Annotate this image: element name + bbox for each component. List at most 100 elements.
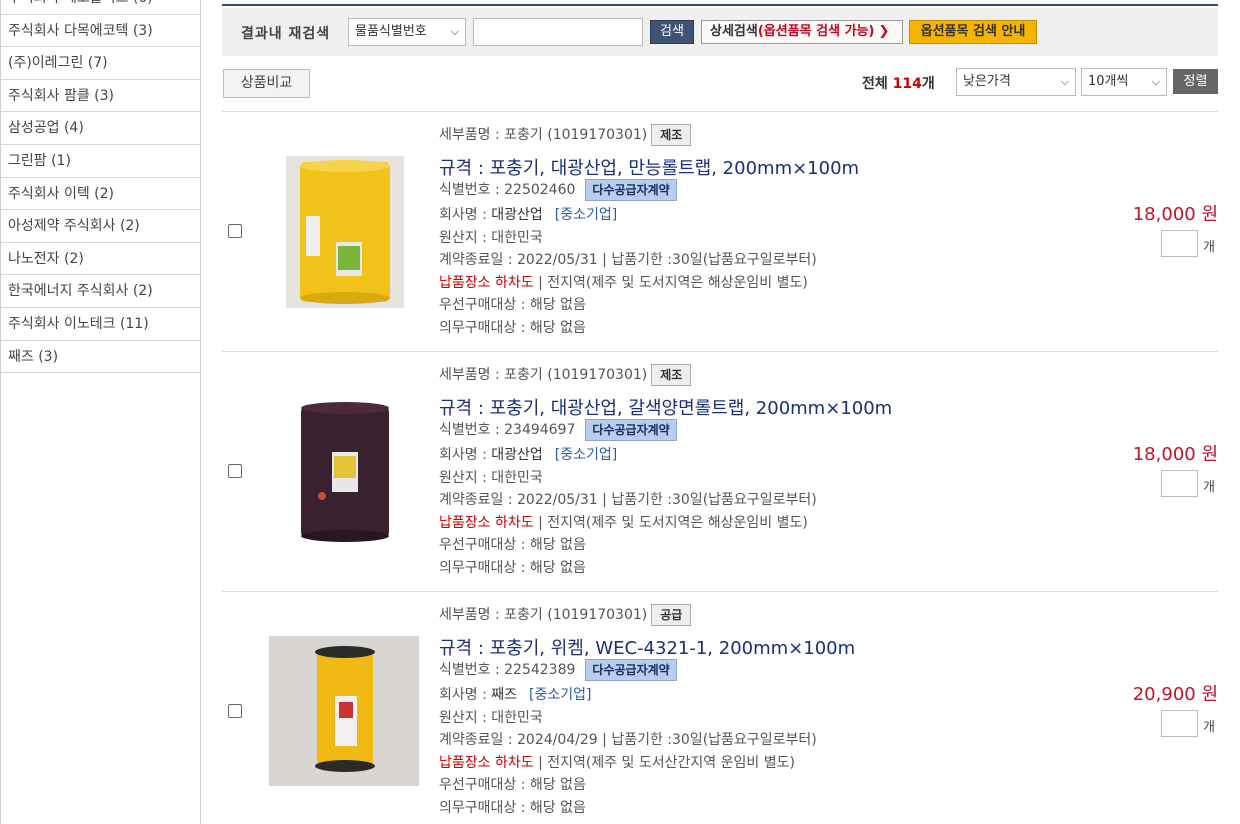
product-row: 세부품명 : 포충기 (1019170301) 공급규격 : 포충기, 위켐, W… — [222, 592, 1218, 824]
product-select-checkbox[interactable] — [228, 464, 242, 478]
detail-name: 세부품명 : 포충기 (1019170301) — [439, 607, 648, 623]
product-image[interactable] — [269, 636, 419, 790]
priority-purchase-line: 우선구매대상 : 해당 없음 — [439, 297, 586, 313]
sidebar-company-filter-item[interactable]: 아성제약 주식회사 (2) — [1, 210, 200, 243]
priority-purchase-line: 우선구매대상 : 해당 없음 — [439, 537, 586, 553]
contract-type-tag: 다수공급자계약 — [585, 419, 677, 441]
sort-order-value: 낮은가격 — [963, 74, 1011, 89]
id-number-value: 22502460 — [504, 182, 576, 198]
sidebar-company-filter-item[interactable]: 째즈 (3) — [1, 341, 200, 374]
id-number-label: 식별번호 : — [439, 182, 505, 198]
option-search-guide-button[interactable]: 옵션품목 검색 안내 — [909, 20, 1037, 44]
quantity-unit: 개 — [1203, 480, 1215, 495]
chevron-down-icon: ⌵ — [450, 25, 459, 38]
product-spec-link[interactable]: 규격 : 포충기, 대광산업, 만능롤트랩, 200mm×100m — [439, 154, 859, 180]
sort-order-select[interactable]: 낮은가격 ⌵ — [956, 68, 1076, 96]
contract-type-tag: 다수공급자계약 — [585, 659, 677, 681]
product-type-tag: 제조 — [651, 124, 692, 146]
sidebar-company-filter-item[interactable]: 주식회사 이텍 (2) — [1, 178, 200, 211]
id-number-value: 23494697 — [504, 422, 576, 438]
product-row: 세부품명 : 포충기 (1019170301) 제조규격 : 포충기, 대광산업,… — [222, 352, 1218, 590]
product-select-checkbox[interactable] — [228, 704, 242, 718]
origin-line: 원산지 : 대한민국 — [439, 230, 543, 246]
sidebar-company-filter-item[interactable]: 한국에너지 주식회사 (2) — [1, 275, 200, 308]
contract-line: 계약종료일 : 2022/05/31 | 납품기한 :30일(납품요구일로부터) — [439, 492, 817, 508]
detail-search-label: 상세검색 — [710, 24, 758, 39]
company-type: [중소기업] — [554, 447, 618, 463]
compare-products-button[interactable]: 상품비교 — [223, 69, 310, 98]
contract-type-tag: 다수공급자계약 — [585, 179, 677, 201]
company-name[interactable]: 대광산업 — [491, 207, 543, 223]
quantity-input[interactable] — [1161, 230, 1198, 257]
chevron-down-icon: ⌵ — [1151, 75, 1160, 88]
quantity-input[interactable] — [1161, 470, 1198, 497]
company-filter-list: 주식회사 에코플러스 (6)주식회사 다목에코텍 (3)(주)이레그린 (7)주… — [1, 0, 200, 374]
product-spec-link[interactable]: 규격 : 포충기, 대광산업, 갈색양면롤트랩, 200mm×100m — [439, 394, 892, 420]
sidebar-company-filter-item[interactable]: 주식회사 이노테크 (11) — [1, 308, 200, 341]
delivery-place-label: 납품장소 하차도 — [439, 755, 534, 771]
chevron-right-icon: ❯ — [878, 24, 890, 39]
contract-line: 계약종료일 : 2022/05/31 | 납품기한 :30일(납품요구일로부터) — [439, 252, 817, 268]
page-size-value: 10개씩 — [1088, 74, 1129, 89]
refine-search-label: 결과내 재검색 — [241, 26, 331, 42]
sort-button[interactable]: 정렬 — [1173, 69, 1218, 94]
detail-name-line: 세부품명 : 포충기 (1019170301) 제조 — [439, 124, 692, 146]
quantity-input[interactable] — [1161, 710, 1198, 737]
product-price: 20,900 원 — [1132, 684, 1218, 705]
delivery-line: 납품장소 하차도 | 전지역(제주 및 도서산간지역 운임비 별도) — [439, 752, 795, 772]
product-image[interactable] — [286, 396, 404, 552]
delivery-region: | 전지역(제주 및 도서지역은 해상운임비 별도) — [533, 515, 808, 531]
total-label: 전체 — [862, 76, 888, 92]
sidebar-company-filter-item[interactable]: 그린팜 (1) — [1, 145, 200, 178]
id-number-line: 식별번호 : 22502460 다수공급자계약 — [439, 179, 677, 201]
refine-search-bar: 결과내 재검색 물품식별번호 ⌵ 검색 상세검색(옵션품목 검색 가능) ❯ 옵션… — [222, 8, 1218, 56]
company-label: 회사명 : — [439, 207, 492, 223]
sidebar-company-filter-item[interactable]: 주식회사 팜클 (3) — [1, 80, 200, 113]
detail-name-line: 세부품명 : 포충기 (1019170301) 제조 — [439, 364, 692, 386]
company-line: 회사명 : 대광산업 [중소기업] — [439, 204, 617, 224]
quantity-unit: 개 — [1203, 720, 1215, 735]
page-size-select[interactable]: 10개씩 ⌵ — [1081, 68, 1167, 96]
delivery-place-label: 납품장소 하차도 — [439, 515, 534, 531]
search-field-select[interactable]: 물품식별번호 ⌵ — [348, 18, 466, 46]
delivery-place-label: 납품장소 하차도 — [439, 275, 534, 291]
search-button[interactable]: 검색 — [650, 20, 694, 44]
product-price: 18,000 원 — [1132, 204, 1218, 225]
delivery-region: | 전지역(제주 및 도서산간지역 운임비 별도) — [533, 755, 795, 771]
id-number-label: 식별번호 : — [439, 662, 505, 678]
company-label: 회사명 : — [439, 687, 492, 703]
product-select-checkbox[interactable] — [228, 224, 242, 238]
company-label: 회사명 : — [439, 447, 492, 463]
sidebar-company-filter-item[interactable]: 주식회사 다목에코텍 (3) — [1, 15, 200, 48]
mandatory-purchase-line: 의무구매대상 : 해당 없음 — [439, 800, 586, 816]
mandatory-purchase-line: 의무구매대상 : 해당 없음 — [439, 560, 586, 576]
id-number-line: 식별번호 : 22542389 다수공급자계약 — [439, 659, 677, 681]
detail-search-button[interactable]: 상세검색(옵션품목 검색 가능) ❯ — [701, 20, 903, 44]
id-number-value: 22542389 — [504, 662, 576, 678]
contract-line: 계약종료일 : 2024/04/29 | 납품기한 :30일(납품요구일로부터) — [439, 732, 817, 748]
origin-line: 원산지 : 대한민국 — [439, 710, 543, 726]
product-row: 세부품명 : 포충기 (1019170301) 제조규격 : 포충기, 대광산업,… — [222, 112, 1218, 350]
detail-name: 세부품명 : 포충기 (1019170301) — [439, 127, 648, 143]
sidebar-company-filter-item[interactable]: 나노전자 (2) — [1, 243, 200, 276]
sidebar-company-filter-item[interactable]: 삼성공업 (4) — [1, 112, 200, 145]
id-number-line: 식별번호 : 23494697 다수공급자계약 — [439, 419, 677, 441]
delivery-line: 납품장소 하차도 | 전지역(제주 및 도서지역은 해상운임비 별도) — [439, 512, 808, 532]
chevron-down-icon: ⌵ — [1060, 75, 1069, 88]
sidebar-company-filter-item[interactable]: (주)이레그린 (7) — [1, 47, 200, 80]
sidebar-company-filter-item[interactable]: 주식회사 에코플러스 (6) — [1, 0, 200, 15]
product-price: 18,000 원 — [1132, 444, 1218, 465]
company-type: [중소기업] — [529, 687, 592, 703]
product-type-tag: 공급 — [651, 604, 692, 626]
product-image[interactable] — [286, 156, 404, 312]
company-name[interactable]: 째즈 — [491, 687, 517, 703]
refine-search-input[interactable] — [473, 18, 643, 46]
company-name[interactable]: 대광산업 — [491, 447, 543, 463]
product-spec-link[interactable]: 규격 : 포충기, 위켐, WEC-4321-1, 200mm×100m — [439, 634, 855, 660]
result-toolbar: 상품비교 전체 114개 낮은가격 ⌵ 10개씩 ⌵ 정렬 — [222, 68, 1218, 100]
priority-purchase-line: 우선구매대상 : 해당 없음 — [439, 777, 586, 793]
detail-search-note: (옵션품목 검색 가능) — [757, 24, 875, 39]
total-count-unit: 개 — [921, 76, 935, 92]
delivery-region: | 전지역(제주 및 도서지역은 해상운임비 별도) — [533, 275, 808, 291]
top-divider — [222, 4, 1218, 6]
